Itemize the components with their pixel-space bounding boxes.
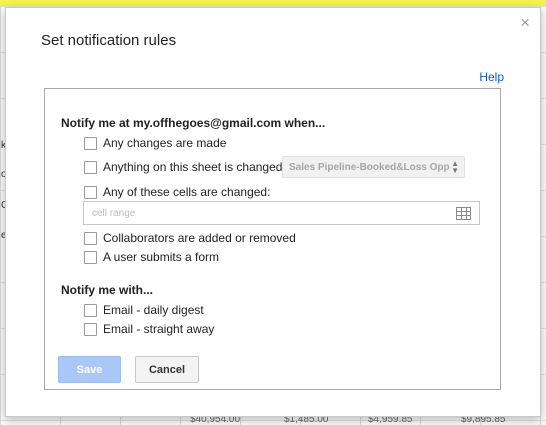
notification-rules-dialog: × Set notification rules Help Notify me … bbox=[5, 7, 541, 417]
cancel-button[interactable]: Cancel bbox=[135, 356, 199, 383]
rules-panel: Notify me at my.offhegoes@gmail.com when… bbox=[44, 88, 501, 390]
sheet-select[interactable]: Sales Pipeline-Booked&Loss Opp ▲ ▼ bbox=[282, 156, 465, 178]
straight-away-checkbox[interactable] bbox=[84, 322, 97, 336]
grid-icon[interactable] bbox=[456, 207, 471, 220]
sheet-changed-checkbox[interactable] bbox=[84, 160, 97, 174]
any-changes-checkbox[interactable] bbox=[84, 136, 97, 150]
option-cells-changed[interactable]: Any of these cells are changed: bbox=[84, 184, 270, 200]
option-label: Any changes are made bbox=[103, 136, 227, 150]
collaborators-checkbox[interactable] bbox=[84, 231, 97, 245]
option-label: Email - daily digest bbox=[103, 303, 204, 317]
option-label: Email - straight away bbox=[103, 322, 215, 336]
close-icon[interactable]: × bbox=[520, 14, 530, 31]
option-sheet-changed[interactable]: Anything on this sheet is changed: bbox=[84, 159, 286, 175]
dialog-title: Set notification rules bbox=[41, 32, 177, 49]
option-straight-away[interactable]: Email - straight away bbox=[84, 321, 214, 337]
cell-range-placeholder: cell range bbox=[92, 208, 136, 219]
option-label: A user submits a form bbox=[103, 250, 220, 264]
option-collaborators[interactable]: Collaborators are added or removed bbox=[84, 230, 296, 246]
notify-with-heading: Notify me with... bbox=[61, 283, 154, 297]
help-link[interactable]: Help bbox=[479, 70, 504, 84]
up-down-arrows-icon: ▲ ▼ bbox=[451, 159, 459, 175]
option-label: Anything on this sheet is changed: bbox=[103, 160, 286, 174]
option-daily-digest[interactable]: Email - daily digest bbox=[84, 302, 204, 318]
option-label: Collaborators are added or removed bbox=[103, 231, 296, 245]
option-label: Any of these cells are changed: bbox=[103, 185, 271, 199]
notify-when-heading: Notify me at my.offhegoes@gmail.com when… bbox=[61, 116, 326, 130]
cell-range-input[interactable]: cell range bbox=[83, 201, 480, 225]
daily-digest-checkbox[interactable] bbox=[84, 303, 97, 317]
sheet-select-value: Sales Pipeline-Booked&Loss Opp bbox=[289, 161, 450, 173]
save-button[interactable]: Save bbox=[58, 356, 121, 383]
cells-changed-checkbox[interactable] bbox=[84, 185, 97, 199]
option-form-submit[interactable]: A user submits a form bbox=[84, 249, 219, 265]
form-submit-checkbox[interactable] bbox=[84, 250, 97, 264]
option-any-changes[interactable]: Any changes are made bbox=[84, 135, 226, 151]
